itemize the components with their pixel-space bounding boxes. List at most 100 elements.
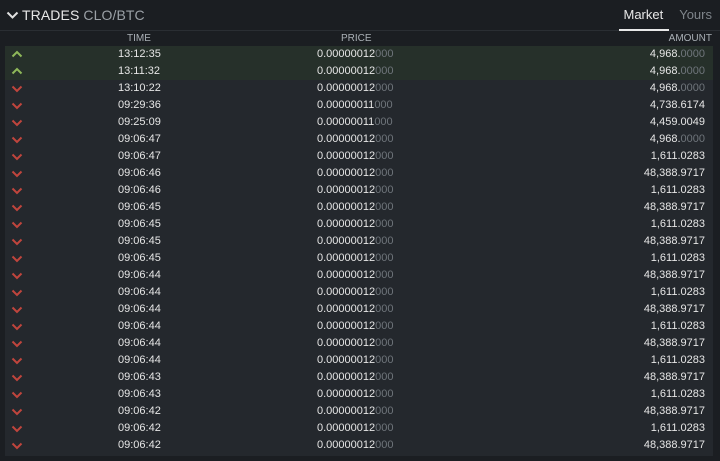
trade-price-main: 0.00000012 [317, 422, 376, 434]
trade-amount: 1,611.0283 [651, 388, 705, 400]
trade-amount: 48,388.9717 [644, 303, 705, 315]
trade-price: 0.00000012000 [317, 320, 393, 332]
trade-price-dim: 000 [375, 252, 394, 264]
trade-amount: 4,968.0000 [650, 65, 705, 77]
trade-price-main: 0.00000011 [317, 99, 375, 111]
trade-time: 09:06:43 [118, 388, 161, 400]
trade-price-main: 0.00000012 [317, 405, 376, 417]
trade-price: 0.00000012000 [317, 201, 393, 213]
trade-amount-main: 1,611.0283 [650, 218, 705, 230]
trade-price-main: 0.00000012 [317, 184, 376, 196]
trade-amount: 1,611.0283 [651, 286, 705, 298]
trade-amount-main: 48,388.9717 [643, 337, 705, 349]
trade-price: 0.00000012000 [317, 184, 393, 196]
trade-row: 09:06:45 0.00000012000 48,388.9717 [5, 233, 713, 250]
trade-price-main: 0.00000012 [317, 388, 376, 400]
trade-price: 0.00000012000 [317, 65, 393, 77]
chevron-down-icon [6, 11, 18, 19]
trade-time: 09:06:45 [118, 252, 161, 264]
trade-price: 0.00000012000 [317, 337, 393, 349]
trade-amount: 4,968.0000 [650, 48, 705, 60]
trade-price: 0.00000012000 [317, 286, 393, 298]
trade-amount: 1,611.0283 [651, 184, 705, 196]
arrow-down-icon [11, 442, 23, 450]
trade-time: 09:29:36 [118, 99, 161, 111]
trade-time: 09:06:44 [118, 354, 161, 366]
trade-amount-dim: 0000 [680, 48, 705, 60]
trade-amount: 48,388.9717 [644, 269, 705, 281]
tab-market[interactable]: Market [619, 0, 670, 31]
trade-time: 09:06:44 [118, 303, 161, 315]
trade-amount: 48,388.9717 [644, 167, 705, 179]
trade-amount-main: 48,388.9717 [643, 439, 705, 451]
trade-amount: 1,611.0283 [651, 320, 705, 332]
trade-price-dim: 000 [375, 286, 394, 298]
trade-price: 0.00000011000 [317, 116, 393, 128]
trade-amount-main: 48,388.9717 [643, 167, 705, 179]
trade-price-main: 0.00000012 [317, 150, 376, 162]
trade-price-main: 0.00000012 [317, 201, 376, 213]
arrow-down-icon [11, 391, 23, 399]
trade-price-dim: 000 [375, 269, 394, 281]
trade-time: 09:06:47 [118, 150, 161, 162]
trade-amount: 4,738.6174 [650, 99, 705, 111]
trade-time: 09:06:45 [118, 235, 161, 247]
trade-price: 0.00000012000 [317, 218, 393, 230]
trade-price-dim: 000 [375, 235, 394, 247]
trade-price-main: 0.00000012 [317, 354, 376, 366]
trade-price-dim: 000 [375, 371, 394, 383]
trade-price-main: 0.00000012 [317, 65, 376, 77]
trade-price-dim: 000 [375, 48, 394, 60]
trade-amount: 48,388.9717 [644, 235, 705, 247]
arrow-down-icon [11, 357, 23, 365]
trade-amount: 48,388.9717 [644, 405, 705, 417]
trade-price-main: 0.00000012 [317, 167, 376, 179]
arrow-down-icon [11, 119, 23, 127]
trade-row: 09:06:45 0.00000012000 1,611.0283 [5, 216, 713, 233]
trade-row: 09:29:36 0.00000011000 4,738.6174 [5, 97, 713, 114]
trade-row: 09:06:42 0.00000012000 48,388.9717 [5, 403, 713, 420]
trade-amount-main: 4,459.0049 [649, 116, 705, 128]
trade-price-main: 0.00000011 [317, 116, 375, 128]
trade-amount-main: 4,968. [649, 133, 681, 145]
arrow-down-icon [11, 85, 23, 93]
market-pair: CLO/BTC [83, 7, 145, 23]
arrow-down-icon [11, 255, 23, 263]
trade-price-dim: 000 [375, 439, 394, 451]
trade-amount: 4,459.0049 [650, 116, 705, 128]
trade-price: 0.00000012000 [317, 422, 393, 434]
arrow-down-icon [11, 221, 23, 229]
trade-price: 0.00000012000 [317, 150, 393, 162]
trade-amount: 1,611.0283 [651, 150, 705, 162]
column-header-price: PRICE [341, 33, 372, 44]
trade-price-main: 0.00000012 [317, 439, 376, 451]
trade-price-main: 0.00000012 [317, 252, 376, 264]
arrow-down-icon [11, 238, 23, 246]
trade-price: 0.00000012000 [317, 167, 393, 179]
trade-row: 09:06:45 0.00000012000 1,611.0283 [5, 250, 713, 267]
trade-price-dim: 000 [375, 201, 394, 213]
trade-amount-main: 1,611.0283 [650, 354, 705, 366]
arrow-down-icon [11, 170, 23, 178]
trade-row: 09:06:44 0.00000012000 48,388.9717 [5, 335, 713, 352]
collapse-toggle[interactable] [4, 7, 20, 23]
trade-row: 09:06:46 0.00000012000 1,611.0283 [5, 182, 713, 199]
trade-price: 0.00000012000 [317, 82, 393, 94]
arrow-up-icon [11, 67, 23, 75]
trade-price-dim: 000 [375, 65, 394, 77]
trade-time: 13:10:22 [118, 82, 161, 94]
trade-amount-dim: 0000 [680, 82, 705, 94]
trade-time: 09:25:09 [118, 116, 161, 128]
trade-price-dim: 000 [375, 82, 394, 94]
tab-yours[interactable]: Yours [675, 0, 718, 31]
trade-amount: 4,968.0000 [650, 133, 705, 145]
arrow-down-icon [11, 340, 23, 348]
trade-price: 0.00000012000 [317, 303, 393, 315]
trade-price-dim: 000 [375, 184, 394, 196]
arrow-up-icon [11, 50, 23, 58]
panel-title-label: TRADES [22, 7, 80, 23]
trade-amount-dim: 0000 [680, 133, 705, 145]
trade-time: 09:06:42 [118, 439, 161, 451]
trade-time: 09:06:45 [118, 218, 161, 230]
trade-amount-main: 48,388.9717 [643, 371, 705, 383]
